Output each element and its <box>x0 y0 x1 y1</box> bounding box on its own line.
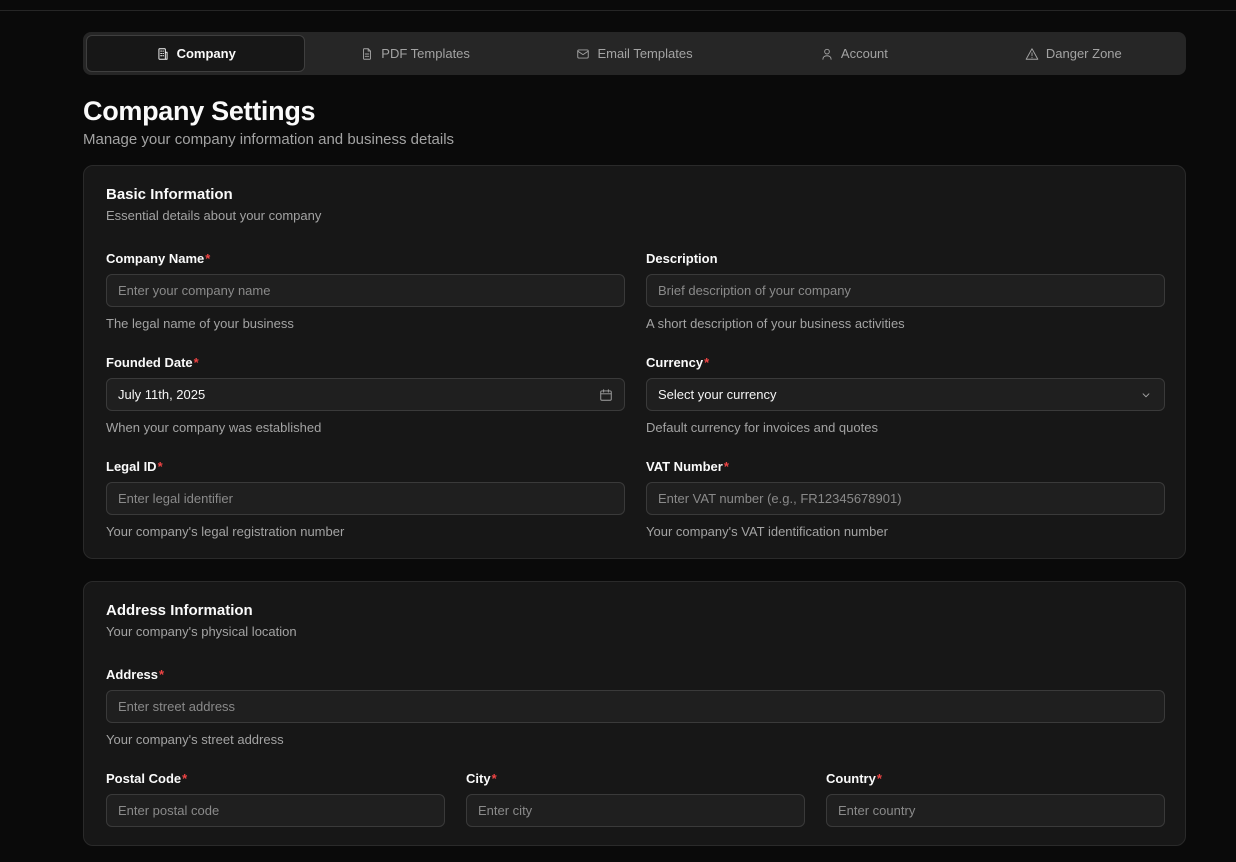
required-marker: * <box>157 459 163 474</box>
field-help: Your company's street address <box>106 732 284 747</box>
company-name-field: Company Name* Enter your company name Th… <box>106 251 625 331</box>
date-value: July 11th, 2025 <box>118 387 206 402</box>
tab-label: Company <box>176 46 236 61</box>
required-marker: * <box>704 355 710 370</box>
tab-email-templates[interactable]: Email Templates <box>525 35 744 72</box>
field-help: Your company's legal registration number <box>106 524 345 539</box>
founded-date-picker[interactable]: July 11th, 2025 <box>106 378 625 411</box>
tab-account[interactable]: Account <box>744 35 963 72</box>
warning-triangle-icon <box>1025 47 1039 60</box>
currency-select[interactable]: Select your currency <box>646 378 1165 411</box>
chevron-down-icon <box>1139 388 1153 402</box>
street-address-field: Address* Enter street address Your compa… <box>106 667 1165 747</box>
street-address-input[interactable]: Enter street address <box>106 690 1165 723</box>
city-input[interactable]: Enter city <box>466 794 805 827</box>
field-label: Postal Code* <box>106 771 188 786</box>
field-label: Currency* <box>646 355 710 370</box>
country-input[interactable]: Enter country <box>826 794 1165 827</box>
country-field: Country* Enter country <box>826 771 1165 827</box>
field-help: Default currency for invoices and quotes <box>646 420 878 435</box>
card-subtitle: Your company's physical location <box>106 624 297 639</box>
currency-field: Currency* Select your currency Default c… <box>646 355 1165 435</box>
field-label: Founded Date* <box>106 355 199 370</box>
field-label: Legal ID* <box>106 459 163 474</box>
calendar-icon <box>599 388 613 402</box>
postal-code-input[interactable]: Enter postal code <box>106 794 445 827</box>
field-help: The legal name of your business <box>106 316 294 331</box>
page-subtitle: Manage your company information and busi… <box>83 131 455 148</box>
field-help: Your company's VAT identification number <box>646 524 888 539</box>
required-marker: * <box>205 251 211 266</box>
field-label: VAT Number* <box>646 459 729 474</box>
field-label: Description <box>646 251 718 266</box>
company-name-input[interactable]: Enter your company name <box>106 274 625 307</box>
required-marker: * <box>723 459 729 474</box>
founded-date-field: Founded Date* July 11th, 2025 When your … <box>106 355 625 435</box>
page-title: Company Settings <box>83 96 316 126</box>
postal-code-field: Postal Code* Enter postal code <box>106 771 445 827</box>
address-information-card: Address Information Your company's physi… <box>83 581 1186 846</box>
field-label: Address* <box>106 667 165 682</box>
card-title: Basic Information <box>106 186 233 203</box>
building-icon <box>158 47 168 60</box>
card-subtitle: Essential details about your company <box>106 208 322 223</box>
description-field: Description Brief description of your co… <box>646 251 1165 331</box>
select-value: Select your currency <box>658 387 777 402</box>
tab-danger-zone[interactable]: Danger Zone <box>964 35 1183 72</box>
required-marker: * <box>182 771 188 786</box>
required-marker: * <box>193 355 199 370</box>
tab-label: PDF Templates <box>381 46 470 61</box>
legal-id-field: Legal ID* Enter legal identifier Your co… <box>106 459 625 539</box>
settings-tabs: Company PDF Templates Email Templates Ac… <box>83 32 1186 75</box>
required-marker: * <box>159 667 165 682</box>
vat-number-field: VAT Number* Enter VAT number (e.g., FR12… <box>646 459 1165 539</box>
required-marker: * <box>876 771 882 786</box>
tab-company[interactable]: Company <box>86 35 306 72</box>
tab-label: Email Templates <box>597 46 693 61</box>
top-bar <box>0 0 1236 11</box>
tab-label: Account <box>840 46 888 61</box>
city-field: City* Enter city <box>466 771 805 827</box>
basic-information-card: Basic Information Essential details abou… <box>83 165 1186 559</box>
file-text-icon <box>363 47 372 60</box>
field-label: Company Name* <box>106 251 211 266</box>
field-help: A short description of your business act… <box>646 316 905 331</box>
field-label: Country* <box>826 771 882 786</box>
tab-label: Danger Zone <box>1045 46 1122 61</box>
mail-icon <box>577 48 590 59</box>
vat-number-input[interactable]: Enter VAT number (e.g., FR12345678901) <box>646 482 1165 515</box>
card-title: Address Information <box>106 602 253 619</box>
tab-pdf-templates[interactable]: PDF Templates <box>305 35 524 72</box>
legal-id-input[interactable]: Enter legal identifier <box>106 482 625 515</box>
description-input[interactable]: Brief description of your company <box>646 274 1165 307</box>
field-help: When your company was established <box>106 420 322 435</box>
required-marker: * <box>491 771 497 786</box>
field-label: City* <box>466 771 497 786</box>
user-icon <box>822 48 832 60</box>
